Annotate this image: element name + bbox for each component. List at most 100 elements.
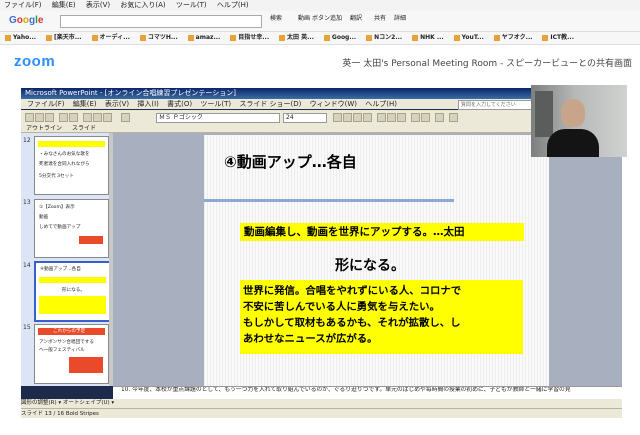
add-button[interactable]: ボタン追加 bbox=[312, 15, 342, 22]
translate-button[interactable]: 翻訳 bbox=[350, 15, 362, 22]
thumb-text: ・みなさんのお気な歌を bbox=[39, 152, 90, 157]
menu-view[interactable]: 表示(V) bbox=[86, 1, 110, 9]
align-right-icon[interactable] bbox=[397, 113, 406, 122]
bold-icon[interactable] bbox=[333, 113, 342, 122]
underline-icon[interactable] bbox=[353, 113, 362, 122]
slide-thumbnail-13[interactable]: ①【Zoom】表示 動画 しめてで動画アップ bbox=[34, 199, 109, 258]
bullets-icon[interactable] bbox=[421, 113, 430, 122]
video-button[interactable]: 動画 bbox=[298, 15, 310, 22]
menu-favorites[interactable]: お気に入り(A) bbox=[120, 1, 165, 9]
pp-menu-window[interactable]: ウィンドウ(W) bbox=[310, 100, 357, 108]
paste-icon[interactable] bbox=[103, 113, 112, 122]
thumb-number: 15 bbox=[23, 324, 31, 331]
help-search-input[interactable]: 質問を入力してください bbox=[458, 100, 532, 110]
slide-title: ④動画アップ…各自 bbox=[224, 153, 357, 171]
thumb-band bbox=[39, 296, 106, 314]
slide-thumbnail-15[interactable]: これからの予定 アンボンサン合唱団でする ヘ一般フェスティバル bbox=[34, 324, 109, 384]
menu-edit[interactable]: 編集(E) bbox=[52, 1, 76, 9]
font-name-select[interactable]: ＭＳ Ｐゴシック bbox=[156, 113, 280, 123]
cut-icon[interactable] bbox=[83, 113, 92, 122]
google-search-input[interactable] bbox=[60, 15, 262, 28]
pp-menu-tools[interactable]: ツール(T) bbox=[200, 100, 231, 108]
pp-menu-insert[interactable]: 挿入(I) bbox=[137, 100, 159, 108]
slide-line-form: 形になる。 bbox=[335, 258, 405, 274]
open-icon[interactable] bbox=[35, 113, 44, 122]
thumb-text: ①【Zoom】表示 bbox=[39, 205, 75, 210]
fav-item[interactable]: NHK ... bbox=[412, 34, 444, 41]
fav-item[interactable]: コマツH... bbox=[139, 34, 178, 41]
fav-item[interactable]: Yaho... bbox=[5, 34, 36, 41]
fav-item[interactable]: 目指せ幸... bbox=[230, 34, 269, 41]
slide-message-box: 世界に発信。合唱をやれずにいる人、コロナで 不安に苦しんでいる人に勇気を与えたい… bbox=[240, 280, 523, 354]
bookmark-icon bbox=[187, 34, 194, 41]
slide-message-line: 不安に苦しんでいる人に勇気を与えたい。 bbox=[243, 301, 440, 313]
preview-icon[interactable] bbox=[69, 113, 78, 122]
pp-menu-view[interactable]: 表示(V) bbox=[105, 100, 129, 108]
zoom-logo: zoom bbox=[14, 53, 56, 70]
thumb-shape bbox=[69, 357, 103, 373]
share-button[interactable]: 共有 bbox=[374, 15, 386, 22]
fav-item[interactable]: オーディ... bbox=[91, 34, 130, 41]
fav-item[interactable]: ICT教... bbox=[542, 34, 574, 41]
save-icon[interactable] bbox=[45, 113, 54, 122]
thumb-number: 13 bbox=[23, 199, 31, 206]
bookmark-icon bbox=[493, 34, 500, 41]
shadow-icon[interactable] bbox=[363, 113, 372, 122]
meeting-title: 英一 太田's Personal Meeting Room - スピーカービュー… bbox=[342, 59, 632, 69]
fav-item[interactable]: amaz... bbox=[187, 34, 220, 41]
fav-item[interactable]: ヤフオク... bbox=[493, 34, 533, 41]
italic-icon[interactable] bbox=[343, 113, 352, 122]
tab-outline[interactable]: アウトライン bbox=[26, 125, 62, 132]
video-shelf bbox=[535, 91, 553, 137]
speaker-video[interactable] bbox=[531, 85, 627, 157]
slides-panel: 12 ・みなさんのお気な歌を 死者達を合同入れながら 5分交代 3セット 13 … bbox=[21, 133, 114, 386]
thumb-band bbox=[39, 277, 106, 283]
pp-menu-edit[interactable]: 編集(E) bbox=[73, 100, 97, 108]
align-center-icon[interactable] bbox=[387, 113, 396, 122]
numbering-icon[interactable] bbox=[411, 113, 420, 122]
copy-icon[interactable] bbox=[93, 113, 102, 122]
fav-item[interactable]: 太田 英... bbox=[279, 34, 314, 41]
google-toolbar: Google 検索 動画 ボタン追加 翻訳 共有 詳細 bbox=[0, 11, 640, 32]
tab-slides[interactable]: スライド bbox=[72, 125, 96, 132]
menu-help[interactable]: ヘルプ(H) bbox=[217, 1, 249, 9]
thumb-band bbox=[38, 141, 105, 147]
menu-tools[interactable]: ツール(T) bbox=[176, 1, 207, 9]
design-icon[interactable] bbox=[449, 113, 458, 122]
fav-item[interactable]: YouT... bbox=[453, 34, 484, 41]
pp-menu-slideshow[interactable]: スライド ショー(D) bbox=[239, 100, 301, 108]
fav-item[interactable]: [楽天市... bbox=[46, 34, 82, 41]
search-button[interactable]: 検索 bbox=[270, 15, 282, 22]
new-icon[interactable] bbox=[25, 113, 34, 122]
pp-menu-file[interactable]: ファイル(F) bbox=[27, 100, 65, 108]
thumb-shape bbox=[79, 236, 103, 244]
align-left-icon[interactable] bbox=[377, 113, 386, 122]
thumb-text: ④動画アップ…各自 bbox=[40, 267, 81, 272]
bookmark-icon bbox=[412, 34, 419, 41]
pp-menu-format[interactable]: 書式(O) bbox=[167, 100, 192, 108]
menu-file[interactable]: ファイル(F) bbox=[4, 1, 42, 9]
drawing-toolbar[interactable]: 図形の調整(R) ▾ オートシェイプ(U) ▾ bbox=[21, 399, 622, 408]
print-icon[interactable] bbox=[59, 113, 68, 122]
bookmark-icon bbox=[366, 34, 373, 41]
bookmark-icon bbox=[5, 34, 11, 41]
font-size-select[interactable]: 24 bbox=[283, 113, 327, 123]
undo-icon[interactable] bbox=[121, 113, 130, 122]
pp-menu-help[interactable]: ヘルプ(H) bbox=[365, 100, 397, 108]
bookmark-icon bbox=[139, 34, 146, 41]
bookmark-icon bbox=[91, 34, 98, 41]
slide-message-line: もしかして取材もあるかも、それが拡散し、し bbox=[243, 317, 461, 329]
thumb-text: これからの予定 bbox=[53, 329, 86, 334]
fav-item[interactable]: Nコン2... bbox=[366, 34, 402, 41]
thumb-text: アンボンサン合唱団でする bbox=[39, 340, 94, 345]
speaker-face bbox=[561, 99, 585, 127]
slide-thumbnail-14[interactable]: ④動画アップ…各自 形になる。 bbox=[34, 261, 111, 322]
thumb-text: 形になる。 bbox=[62, 288, 85, 293]
fav-item[interactable]: Goog... bbox=[323, 34, 356, 41]
notes-pane[interactable]: 10. 今年度、本校が重点課題のとして、もう一つ力を入れて取り組んでいるのが、ぐ… bbox=[113, 386, 622, 400]
font-color-icon[interactable] bbox=[435, 113, 444, 122]
slide-message-line: 世界に発信。合唱をやれずにいる人、コロナで bbox=[243, 285, 462, 297]
thumb-text: 動画 bbox=[39, 215, 49, 220]
more-button[interactable]: 詳細 bbox=[394, 15, 406, 22]
slide-thumbnail-12[interactable]: ・みなさんのお気な歌を 死者達を合同入れながら 5分交代 3セット bbox=[34, 136, 109, 195]
